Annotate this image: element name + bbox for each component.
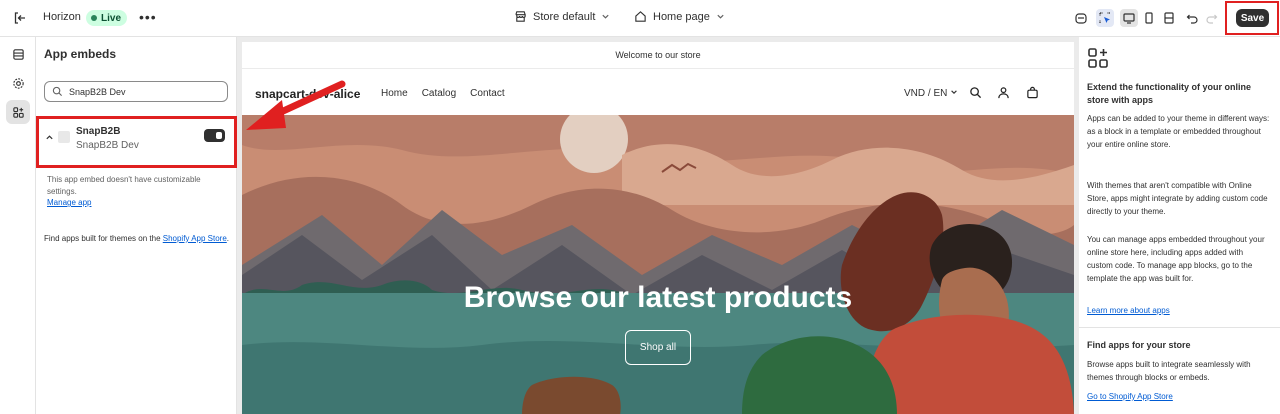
store-icon [515,11,526,22]
inspector-icon[interactable] [1096,9,1114,27]
embed-highlight-box [36,116,237,168]
nav-item-contact[interactable]: Contact [470,88,504,99]
info-panel: Extend the functionality of your online … [1079,37,1280,414]
chevron-down-icon [602,14,609,19]
mobile-view-icon[interactable] [1140,9,1158,27]
chevron-down-icon [951,90,957,94]
app-embeds-icon [1088,48,1108,68]
info-paragraph-2: With themes that aren't compatible with … [1087,181,1268,216]
store-preview: Welcome to our store snapcart-dev-alice … [242,42,1074,414]
store-selector-label: Store default [533,10,596,23]
store-header: snapcart-dev-alice Home Catalog Contact … [242,70,1074,115]
page-selector[interactable]: Home page [634,10,725,23]
info-paragraph-3: You can manage apps embedded throughout … [1087,235,1265,283]
save-highlight-box [1225,1,1279,35]
info-paragraph-1: Apps can be added to your theme in diffe… [1087,114,1270,149]
theme-name: Horizon [43,11,81,23]
cart-icon[interactable] [1026,86,1039,99]
top-bar: Horizon Live ••• Store default Home page… [0,0,1280,37]
panel-title: App embeds [44,47,117,61]
preview-canvas: Welcome to our store snapcart-dev-alice … [237,37,1079,414]
chevron-down-icon [717,14,724,19]
find-apps-prefix: Find apps built for themes on the [44,234,163,243]
annotation-arrow-icon [246,80,346,130]
fullscreen-icon[interactable] [1160,9,1178,27]
nav-item-catalog[interactable]: Catalog [422,88,456,99]
nav-item-home[interactable]: Home [381,88,408,99]
live-label: Live [101,12,122,24]
shopify-app-store-link[interactable]: Shopify App Store [163,234,227,243]
manage-app-link[interactable]: Manage app [47,198,91,207]
exit-icon[interactable] [12,10,28,26]
desktop-view-icon[interactable] [1120,9,1138,27]
currency-selector[interactable]: VND / EN [904,88,958,99]
search-field[interactable] [44,81,228,102]
redo-icon[interactable] [1203,9,1221,27]
app-embed-item[interactable]: SnapB2B SnapB2B Dev [36,116,237,168]
currency-label: VND / EN [904,88,948,99]
more-actions-button[interactable]: ••• [139,9,157,25]
sections-icon[interactable] [6,42,30,66]
store-nav: Home Catalog Contact [381,88,505,99]
hero-title: Browse our latest products [463,281,853,314]
hero-banner: Browse our latest products Shop all [242,105,1074,414]
announcement-bar: Welcome to our store [242,42,1074,69]
info-heading: Extend the functionality of your online … [1087,82,1252,105]
find-apps-heading: Find apps for your store [1087,340,1191,350]
embed-note: This app embed doesn't have customizable… [47,175,201,196]
live-badge: Live [86,10,128,26]
theme-check-icon[interactable] [1072,9,1090,27]
app-store-link[interactable]: Go to Shopify App Store [1087,392,1173,401]
store-selector[interactable]: Store default [514,10,610,23]
hero-illustration [242,105,1074,414]
info-paragraph-4: Browse apps built to integrate seamlessl… [1087,360,1251,382]
page-selector-label: Home page [653,10,710,23]
home-icon [635,11,646,22]
search-icon [52,86,63,97]
learn-more-link[interactable]: Learn more about apps [1087,306,1170,315]
sidebar-rail [0,37,36,414]
shop-all-button[interactable]: Shop all [625,330,691,365]
undo-icon[interactable] [1183,9,1201,27]
find-apps-text: Find apps built for themes on the Shopif… [44,232,229,245]
app-embeds-icon[interactable] [6,100,30,124]
settings-gear-icon[interactable] [6,71,30,95]
search-input[interactable] [69,84,219,99]
live-dot-icon [91,15,97,21]
info-divider [1079,327,1280,328]
find-apps-suffix: . [226,234,230,243]
search-icon[interactable] [969,86,982,99]
app-embeds-panel: App embeds SnapB2B SnapB2B Dev This app … [36,37,237,414]
account-icon[interactable] [997,86,1010,99]
